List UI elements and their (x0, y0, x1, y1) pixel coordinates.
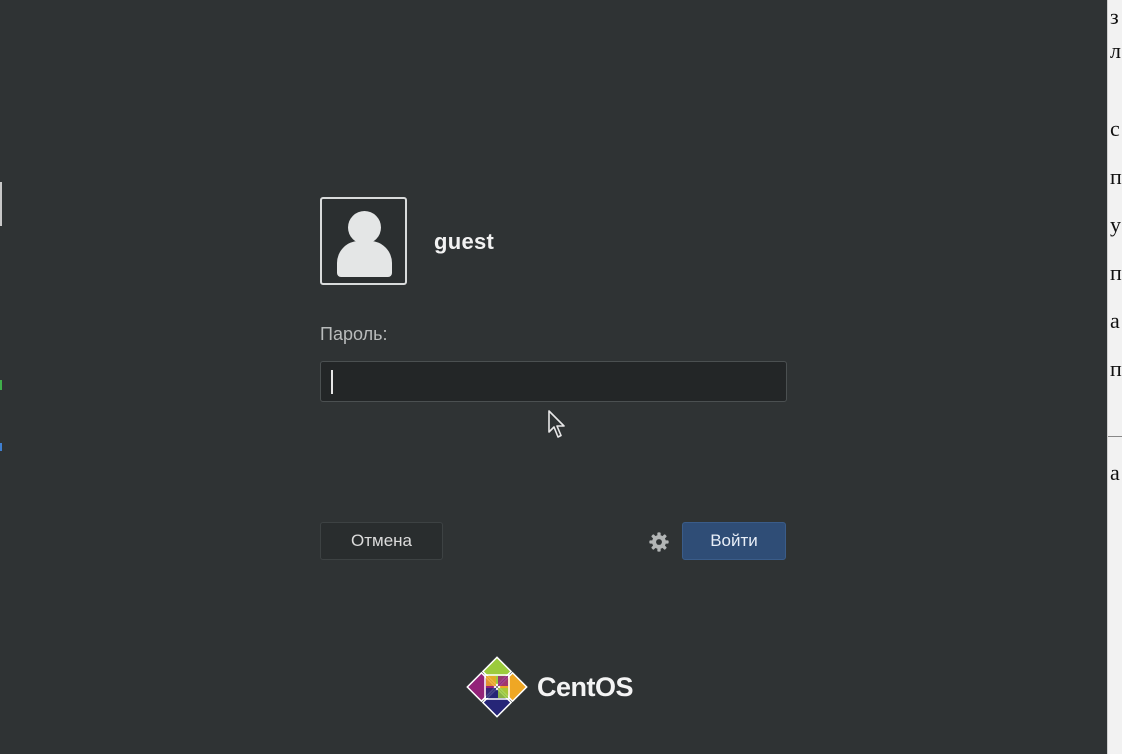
user-silhouette-icon (348, 211, 381, 244)
user-silhouette-body (337, 241, 392, 277)
user-avatar[interactable] (320, 197, 407, 285)
cancel-button-label: Отмена (351, 531, 412, 550)
password-label: Пароль: (320, 324, 388, 344)
cancel-button[interactable]: Отмена (320, 522, 443, 560)
password-input[interactable] (320, 361, 787, 402)
login-screen: guest Пароль: Отмена Войти CentOS (0, 0, 1107, 754)
login-button[interactable]: Войти (682, 522, 786, 560)
text-caret (331, 370, 333, 394)
background-document-edge: з л с п у п а п а (1107, 0, 1122, 754)
centos-logo-icon (466, 656, 528, 718)
mouse-cursor-icon (548, 410, 565, 438)
gear-icon[interactable] (648, 531, 670, 553)
username-label: guest (434, 229, 495, 254)
login-button-label: Войти (710, 531, 758, 550)
centos-logo-text: CentOS (537, 672, 634, 702)
